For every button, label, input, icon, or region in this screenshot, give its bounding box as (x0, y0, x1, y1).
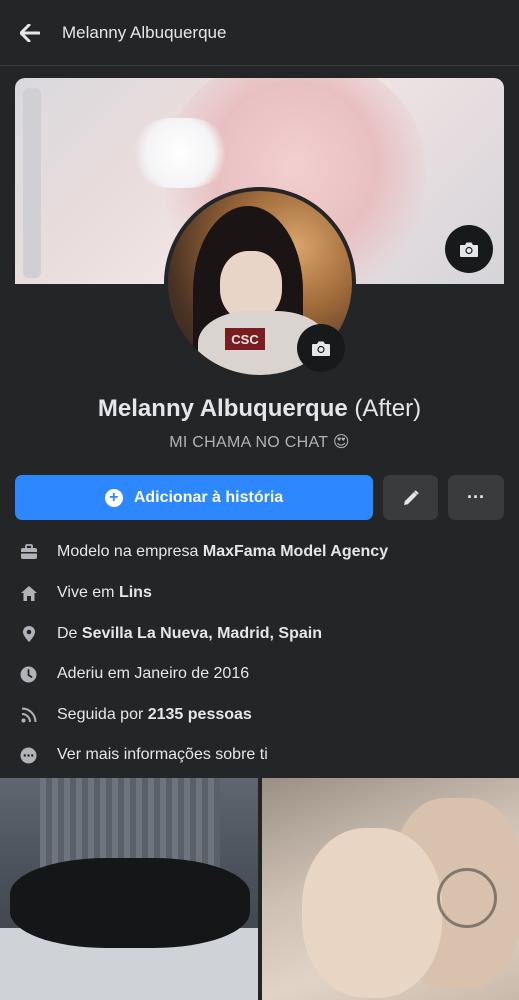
avatar-shirt-text: CSC (225, 328, 265, 350)
detail-from-prefix: De (57, 625, 82, 642)
detail-lives: Vive em Lins (0, 573, 519, 613)
home-icon (20, 585, 37, 601)
profile-bio: MI CHAMA NO CHAT 😍 (169, 434, 350, 451)
camera-icon (460, 242, 478, 257)
detail-followers-count[interactable]: 2135 pessoas (148, 706, 252, 723)
detail-work-company[interactable]: MaxFama Model Agency (203, 543, 388, 560)
detail-from-place[interactable]: Sevilla La Nueva, Madrid, Spain (82, 625, 322, 642)
more-dots-icon (20, 747, 37, 763)
detail-joined-text: Aderiu em Janeiro de 2016 (57, 665, 250, 682)
cover-photo-detail (135, 118, 225, 188)
clock-icon (20, 666, 37, 682)
pencil-icon (403, 489, 419, 505)
photo-detail (437, 868, 497, 928)
edit-profile-picture-button[interactable] (297, 324, 345, 372)
edit-profile-button[interactable] (383, 475, 438, 520)
see-more-info[interactable]: Ver mais informações sobre ti (0, 735, 519, 775)
plus-circle-icon: + (104, 488, 123, 507)
detail-followers: Seguida por 2135 pessoas (0, 695, 519, 735)
profile-name: Melanny Albuquerque (97, 395, 348, 422)
detail-from: De Sevilla La Nueva, Madrid, Spain (0, 614, 519, 654)
camera-icon (312, 341, 330, 356)
detail-work: Modelo na empresa MaxFama Model Agency (0, 532, 519, 572)
see-more-info-label: Ver mais informações sobre ti (57, 746, 268, 763)
location-pin-icon (22, 626, 35, 642)
profile-actions: + Adicionar à história ··· (15, 475, 504, 520)
top-bar: Melanny Albuquerque (0, 0, 519, 66)
detail-followers-prefix: Seguida por (57, 706, 148, 723)
page-title: Melanny Albuquerque (62, 22, 227, 42)
detail-lives-prefix: Vive em (57, 584, 119, 601)
photo-detail (302, 828, 442, 998)
more-dots-icon: ··· (467, 487, 485, 507)
edit-cover-photo-button[interactable] (445, 225, 493, 273)
detail-work-prefix: Modelo na empresa (57, 543, 203, 560)
arrow-left-icon (20, 23, 40, 42)
add-to-story-label: Adicionar à história (133, 488, 284, 506)
briefcase-icon (20, 544, 37, 559)
featured-photos (0, 778, 519, 1000)
detail-joined: Aderiu em Janeiro de 2016 (0, 654, 519, 694)
profile-name-line: Melanny Albuquerque (After) (0, 395, 519, 423)
cover-photo-detail (23, 88, 41, 278)
more-options-button[interactable]: ··· (448, 475, 504, 520)
rss-icon (21, 707, 36, 723)
profile-alternate-name: (After) (354, 395, 422, 422)
photo-detail (10, 858, 250, 948)
back-button[interactable] (0, 0, 60, 66)
featured-photo[interactable] (0, 778, 258, 1000)
add-to-story-button[interactable]: + Adicionar à história (15, 475, 373, 520)
detail-lives-city[interactable]: Lins (119, 584, 152, 601)
featured-photo[interactable] (262, 778, 519, 1000)
